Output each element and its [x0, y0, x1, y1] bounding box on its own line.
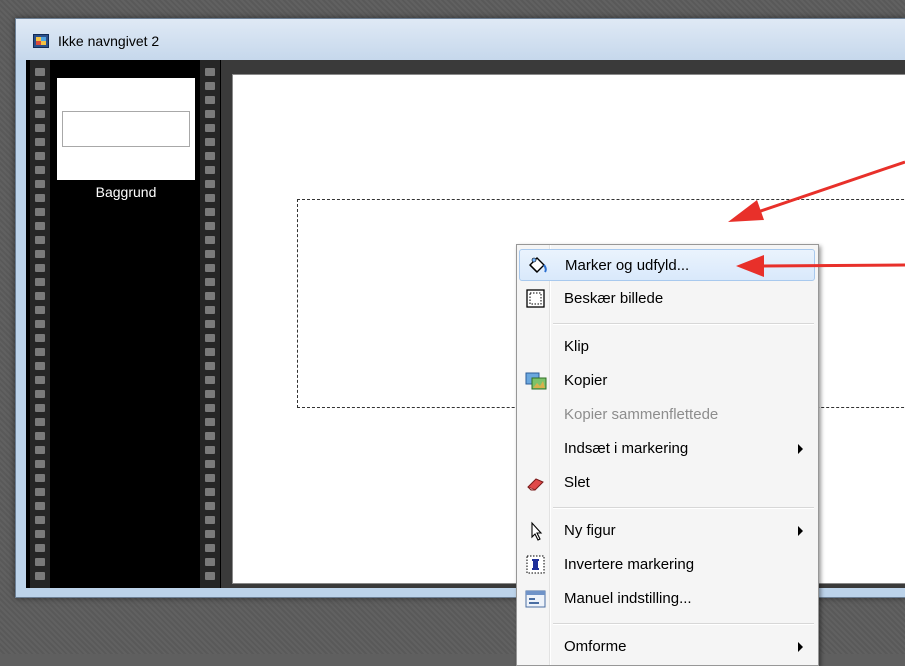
annotation-overlay	[728, 160, 905, 277]
annotation-arrow-to-selection	[728, 160, 905, 222]
annotation-arrow-to-menu-item	[736, 255, 905, 277]
